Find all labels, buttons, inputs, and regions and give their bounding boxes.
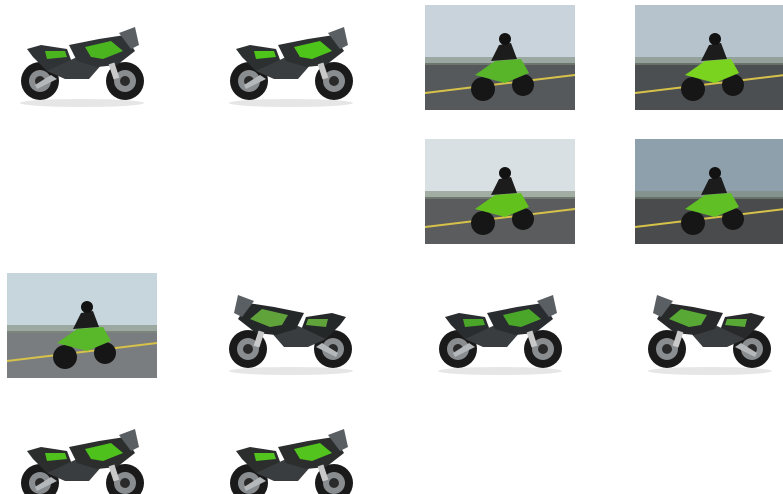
gallery-thumbnail[interactable] (7, 5, 157, 110)
motorcycle-studio-side-black-2-image (635, 273, 783, 378)
gallery-thumbnail[interactable] (216, 273, 366, 378)
gallery-thumbnail[interactable] (7, 407, 157, 494)
gallery-empty-slot (216, 139, 366, 244)
rider-race-circuit-image (7, 273, 157, 378)
gallery-thumbnail[interactable] (635, 5, 783, 110)
gallery-thumbnail[interactable] (216, 407, 366, 494)
rider-city-street-image (425, 5, 575, 110)
motorcycle-studio-front-black-image (425, 273, 575, 378)
motorcycle-studio-side-black-image (216, 273, 366, 378)
motorcycle-studio-green-black-image (216, 5, 366, 110)
gallery-thumbnail[interactable] (216, 5, 366, 110)
rider-desert-road-image (635, 139, 783, 244)
image-gallery (0, 0, 783, 494)
rider-track-lean-image (635, 5, 783, 110)
gallery-thumbnail[interactable] (425, 139, 575, 244)
rider-motion-blur-road-image (425, 139, 575, 244)
gallery-thumbnail[interactable] (425, 273, 575, 378)
gallery-thumbnail[interactable] (635, 273, 783, 378)
gallery-thumbnail[interactable] (635, 139, 783, 244)
motorcycle-studio-black-green-image (7, 5, 157, 110)
gallery-thumbnail[interactable] (7, 273, 157, 378)
motorcycle-studio-krt-green-image (7, 407, 157, 494)
gallery-empty-slot (7, 139, 157, 244)
motorcycle-studio-krt-green-2-image (216, 407, 366, 494)
gallery-thumbnail[interactable] (425, 5, 575, 110)
